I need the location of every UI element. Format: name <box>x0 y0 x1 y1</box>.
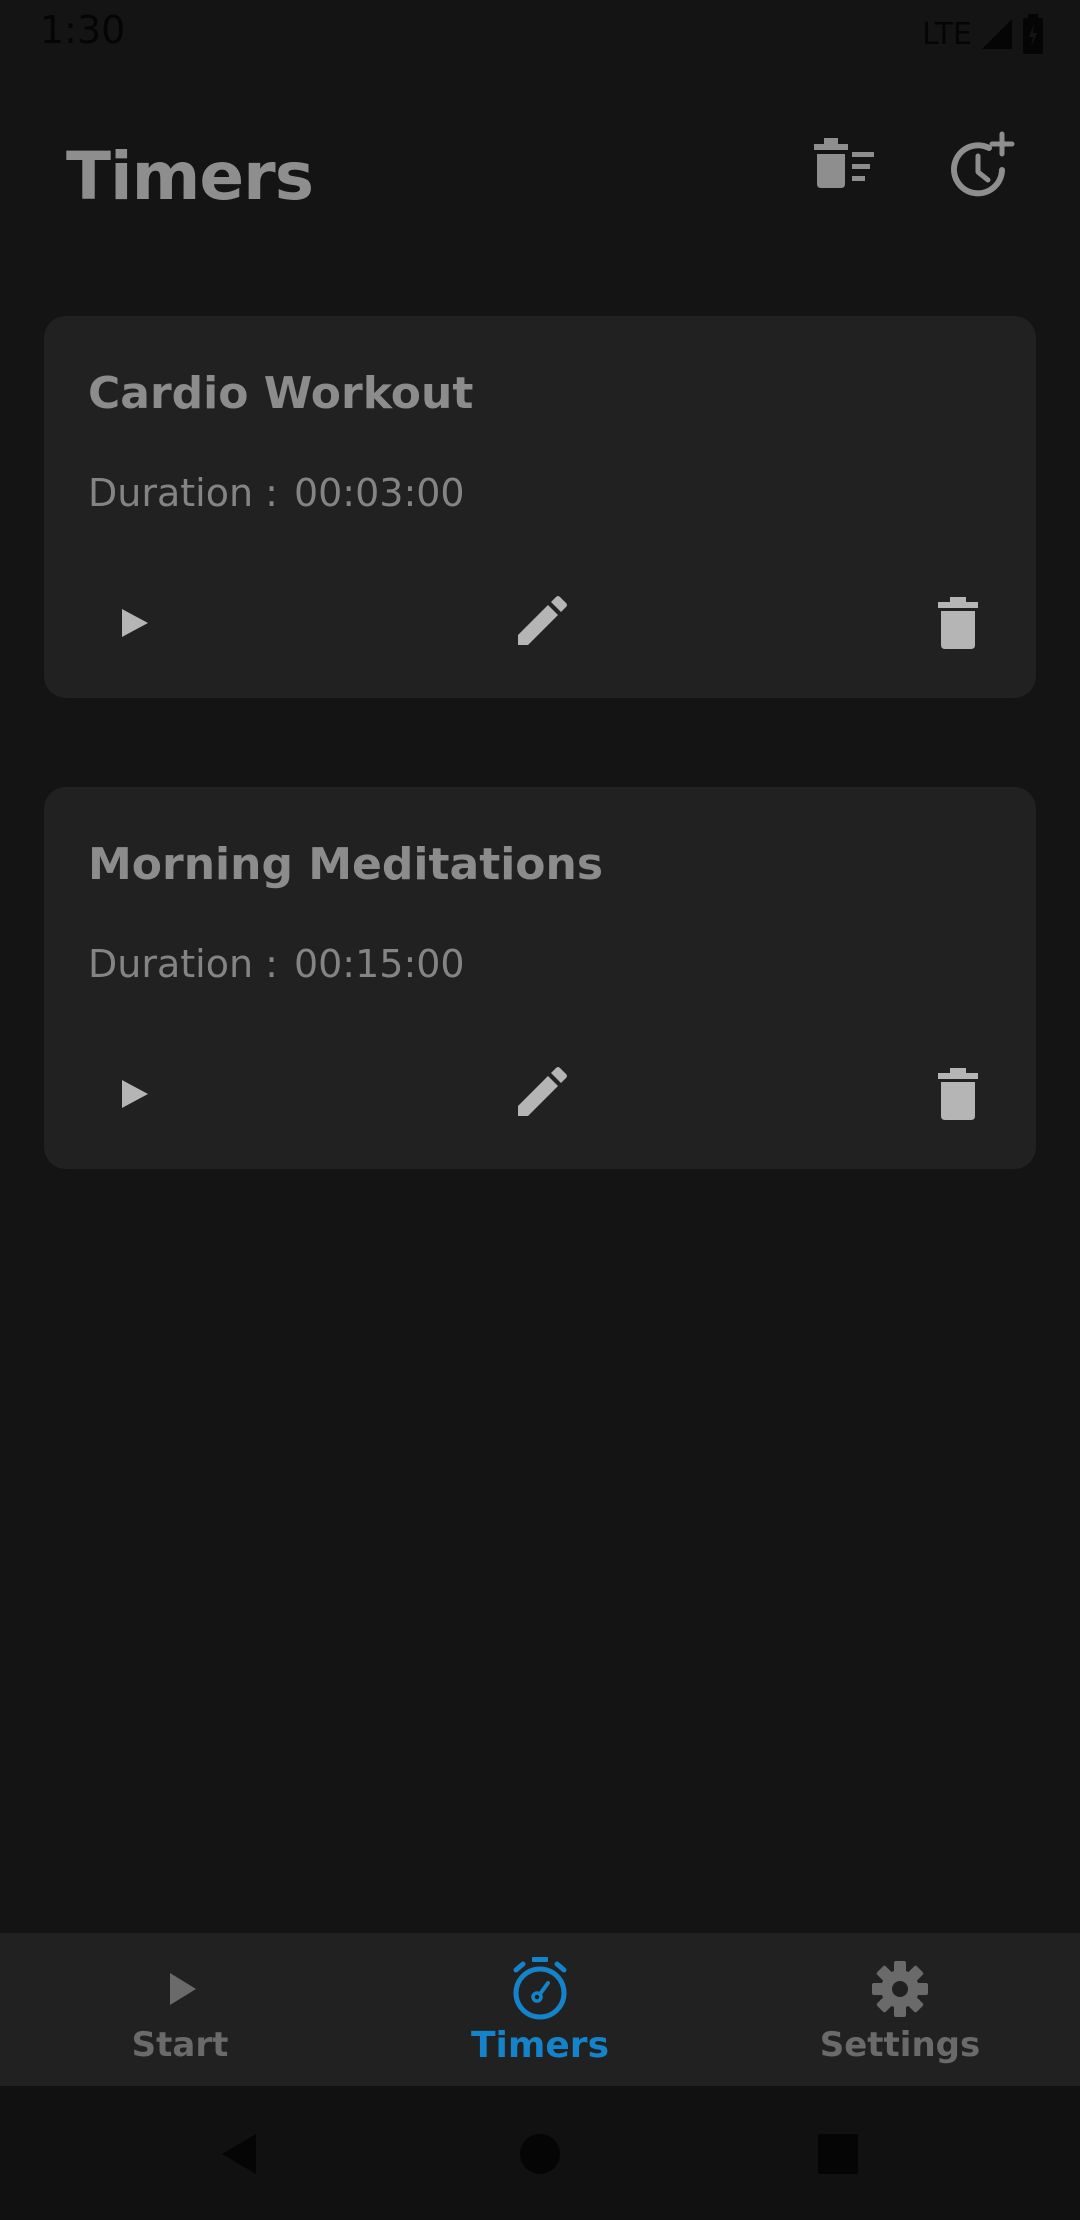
delete-icon[interactable] <box>922 1058 994 1130</box>
add-timer-icon[interactable] <box>940 128 1020 208</box>
duration-value: 00:03:00 <box>293 471 465 515</box>
nav-item-settings[interactable]: Settings <box>720 1933 1080 2086</box>
nav-label-timers: Timers <box>470 2025 609 2066</box>
delete-icon[interactable] <box>922 587 994 659</box>
gear-icon <box>864 1953 936 2025</box>
status-icons: LTE <box>922 12 1044 56</box>
back-icon[interactable] <box>212 2126 268 2182</box>
home-icon[interactable] <box>512 2126 568 2182</box>
signal-icon <box>980 17 1014 51</box>
network-type: LTE <box>922 16 972 52</box>
clear-all-icon[interactable] <box>808 128 888 208</box>
timer-card: Morning Meditations Duration : 00:15:00 <box>44 787 1036 1169</box>
nav-item-timers[interactable]: Timers <box>360 1933 720 2086</box>
nav-item-start[interactable]: Start <box>0 1933 360 2086</box>
timer-name: Morning Meditations <box>88 839 604 890</box>
bottom-nav: Start Timers Settings <box>0 1933 1080 2086</box>
duration-value: 00:15:00 <box>293 942 465 986</box>
play-icon[interactable] <box>96 587 168 659</box>
edit-icon[interactable] <box>504 587 576 659</box>
status-bar: 1:30 LTE <box>0 0 1080 66</box>
status-time: 1:30 <box>40 8 126 52</box>
nav-label-settings: Settings <box>819 2025 981 2065</box>
timer-duration: Duration : 00:03:00 <box>88 471 465 515</box>
nav-label-start: Start <box>131 2025 229 2065</box>
system-nav-bar <box>0 2086 1080 2220</box>
duration-label: Duration : <box>88 942 278 986</box>
timer-duration: Duration : 00:15:00 <box>88 942 465 986</box>
duration-label: Duration : <box>88 471 278 515</box>
page-title: Timers <box>66 138 314 215</box>
recents-icon[interactable] <box>810 2126 866 2182</box>
play-icon[interactable] <box>96 1058 168 1130</box>
play-icon <box>144 1953 216 2025</box>
timer-name: Cardio Workout <box>88 368 474 419</box>
battery-icon <box>1022 14 1044 54</box>
edit-icon[interactable] <box>504 1058 576 1130</box>
stopwatch-icon <box>504 1953 576 2025</box>
timer-card: Cardio Workout Duration : 00:03:00 <box>44 316 1036 698</box>
